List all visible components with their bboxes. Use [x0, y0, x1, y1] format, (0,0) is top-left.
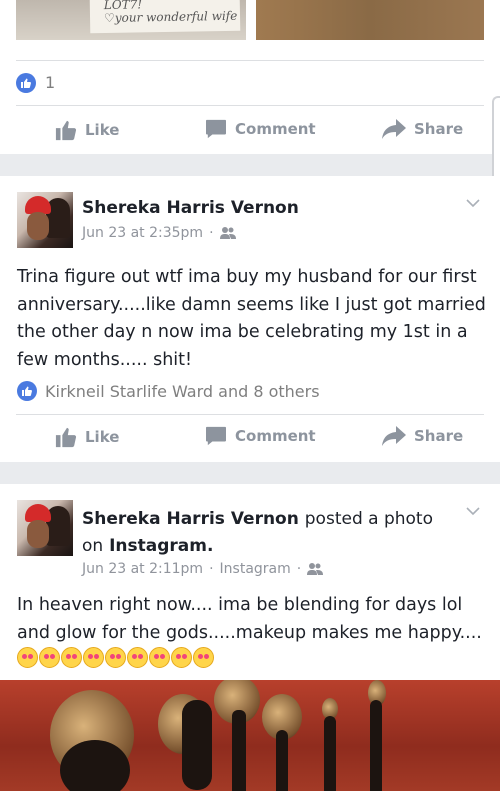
heart-eyes-emoji-icon — [171, 647, 192, 668]
post-timestamp[interactable]: Jun 23 at 2:35pm — [82, 225, 203, 241]
post-photo-right[interactable] — [256, 0, 484, 40]
reaction-summary[interactable]: Kirkneil Starlife Ward and 8 others — [45, 382, 320, 401]
post-body: Trina figure out wtf ima buy my husband … — [17, 267, 486, 370]
post-author[interactable]: Shereka Harris Vernon — [82, 198, 299, 218]
chevron-down-icon[interactable] — [466, 504, 480, 518]
share-label: Share — [414, 120, 464, 138]
like-button[interactable]: Like — [55, 426, 119, 448]
divider — [16, 414, 484, 415]
share-button[interactable]: Share — [382, 426, 463, 446]
meta-separator: · — [209, 561, 214, 577]
reaction-count[interactable]: 1 — [45, 73, 55, 92]
avatar[interactable] — [17, 192, 73, 248]
heart-eyes-emoji-icon — [39, 647, 60, 668]
comment-label: Comment — [235, 120, 316, 138]
post-action-text: posted a photo — [304, 509, 433, 529]
like-button[interactable]: Like — [55, 119, 119, 141]
comment-label: Comment — [235, 427, 316, 445]
post-source[interactable]: Instagram — [220, 561, 291, 577]
comment-button[interactable]: Comment — [205, 426, 316, 446]
like-label: Like — [85, 428, 120, 446]
photo-handwritten-note: LOT7! ♡your wonderful wife — [89, 0, 241, 34]
like-label: Like — [85, 121, 120, 139]
heart-eyes-emoji-icon — [61, 647, 82, 668]
post-header-line: Shereka Harris Vernon posted a photo on … — [82, 506, 450, 560]
post-meta: Jun 23 at 2:35pm · — [82, 225, 236, 241]
post-photo-makeup-brushes[interactable] — [0, 680, 500, 791]
heart-eyes-emoji-icon — [127, 647, 148, 668]
comment-icon — [206, 119, 226, 139]
like-reaction-icon — [17, 381, 37, 401]
heart-eyes-emoji-icon — [149, 647, 170, 668]
share-button[interactable]: Share — [382, 119, 463, 139]
chevron-down-icon[interactable] — [466, 196, 480, 210]
post-platform-link[interactable]: Instagram. — [109, 536, 213, 556]
heart-eyes-emoji-icon — [83, 647, 104, 668]
heart-eyes-emoji-icon — [193, 647, 214, 668]
scroll-handle[interactable] — [492, 96, 500, 186]
thumbs-up-icon — [55, 427, 77, 448]
meta-separator: · — [209, 225, 214, 241]
post-timestamp[interactable]: Jun 23 at 2:11pm — [82, 561, 203, 577]
post-body: In heaven right now.... ima be blending … — [17, 595, 482, 643]
post-card: Shereka Harris Vernon Jun 23 at 2:35pm ·… — [0, 176, 500, 462]
post-meta: Jun 23 at 2:11pm · Instagram · — [82, 561, 324, 577]
comment-icon — [206, 426, 226, 446]
post-photo-left[interactable]: LOT7! ♡your wonderful wife — [16, 0, 246, 40]
previous-post-card: LOT7! ♡your wonderful wife 1 Like Commen… — [0, 0, 500, 154]
like-reaction-icon — [16, 73, 36, 93]
divider — [16, 105, 484, 106]
share-label: Share — [414, 427, 464, 445]
share-arrow-icon — [382, 119, 406, 139]
thumbs-up-icon — [55, 120, 77, 141]
friends-privacy-icon — [307, 563, 324, 575]
heart-eyes-emoji-icon — [17, 647, 38, 668]
divider — [16, 60, 484, 61]
heart-eyes-emoji-icon — [105, 647, 126, 668]
post-on-text: on — [82, 536, 104, 556]
post-author[interactable]: Shereka Harris Vernon — [82, 509, 299, 529]
avatar[interactable] — [17, 500, 73, 556]
friends-privacy-icon — [219, 227, 236, 239]
comment-button[interactable]: Comment — [205, 119, 316, 139]
emoji-row — [17, 647, 214, 668]
share-arrow-icon — [382, 426, 406, 446]
meta-separator: · — [296, 561, 302, 577]
post-card: Shereka Harris Vernon posted a photo on … — [0, 484, 500, 791]
